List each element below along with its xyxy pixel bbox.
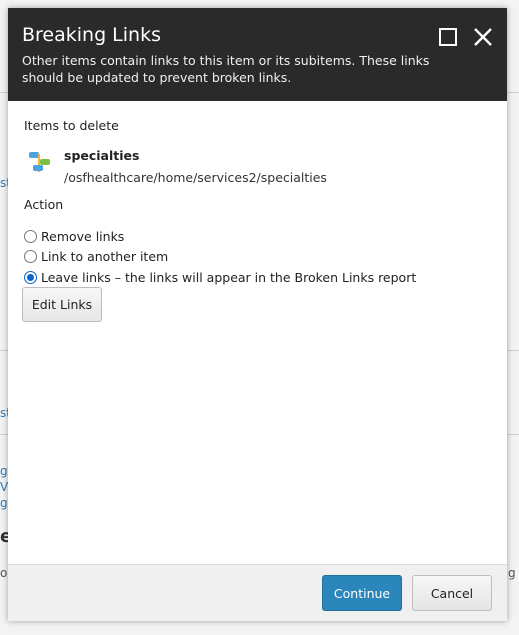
option-label: Link to another item bbox=[41, 249, 169, 264]
radio-button[interactable] bbox=[24, 250, 37, 263]
option-leave-links[interactable]: Leave links – the links will appear in t… bbox=[24, 270, 416, 285]
item-name: specialties bbox=[64, 148, 140, 163]
action-label: Action bbox=[24, 197, 64, 212]
dialog-header: Breaking Links Other items contain links… bbox=[8, 8, 507, 101]
bg-fragment: V bbox=[0, 480, 9, 494]
bg-fragment: o bbox=[0, 566, 8, 580]
bg-fragment: g bbox=[0, 496, 8, 510]
breaking-links-dialog: Breaking Links Other items contain links… bbox=[8, 8, 507, 621]
bg-fragment: g bbox=[508, 566, 516, 580]
dialog-title: Breaking Links bbox=[22, 24, 161, 46]
bg-fragment: g bbox=[0, 464, 8, 478]
maximize-button[interactable] bbox=[437, 26, 459, 48]
item-template-icon bbox=[29, 152, 50, 172]
option-remove-links[interactable]: Remove links bbox=[24, 229, 124, 244]
dialog-subtitle: Other items contain links to this item o… bbox=[22, 53, 430, 85]
cancel-button[interactable]: Cancel bbox=[412, 575, 492, 611]
option-label: Remove links bbox=[41, 229, 125, 244]
edit-links-button[interactable]: Edit Links bbox=[22, 287, 102, 322]
items-to-delete-label: Items to delete bbox=[24, 118, 119, 133]
close-icon bbox=[474, 28, 492, 46]
continue-button[interactable]: Continue bbox=[322, 575, 402, 611]
dialog-footer: Continue Cancel bbox=[8, 564, 507, 621]
close-button[interactable] bbox=[472, 26, 494, 48]
radio-button-selected[interactable] bbox=[24, 271, 37, 284]
option-link-to-another-item[interactable]: Link to another item bbox=[24, 249, 168, 264]
item-path: /osfhealthcare/home/services2/specialtie… bbox=[64, 170, 327, 185]
option-label: Leave links – the links will appear in t… bbox=[41, 270, 417, 285]
radio-button[interactable] bbox=[24, 230, 37, 243]
dialog-body: Items to delete specialties /osfhealthca… bbox=[22, 118, 491, 322]
maximize-icon bbox=[439, 28, 457, 46]
